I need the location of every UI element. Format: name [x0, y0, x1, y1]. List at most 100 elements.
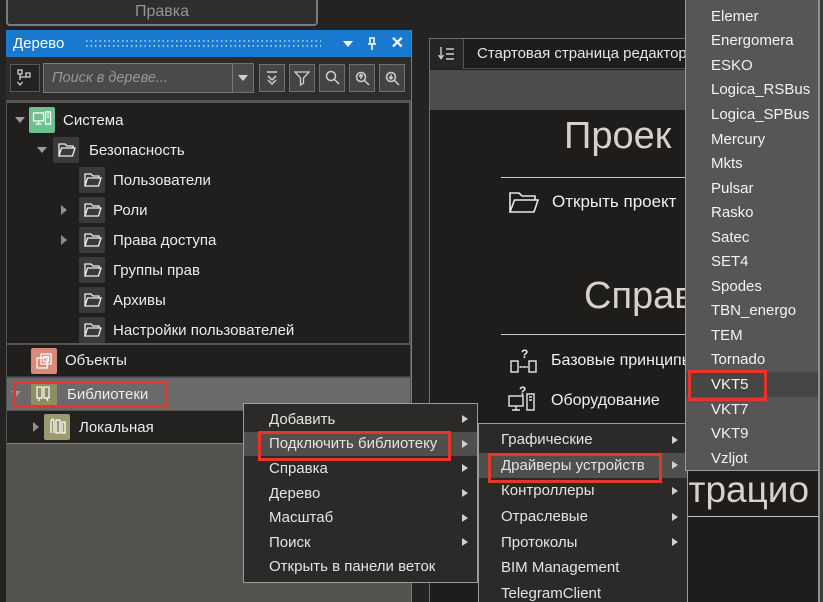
expander-icon[interactable] [61, 205, 67, 215]
driver-item[interactable]: Logica_SPBus [686, 102, 823, 127]
tree-item-user-settings[interactable]: Настройки пользователей [7, 315, 409, 345]
submenu-arrow-icon [462, 538, 468, 546]
pin-button[interactable] [365, 36, 379, 51]
menu-item-label: Протоколы [501, 534, 672, 551]
submenu-item[interactable]: Отраслевые [479, 504, 687, 530]
driver-item[interactable]: ESKO [686, 53, 823, 78]
driver-item[interactable]: Tornado [686, 348, 823, 373]
context-menu-item[interactable]: Масштаб [244, 505, 477, 530]
driver-item[interactable]: Spodes [686, 274, 823, 299]
search-input[interactable]: Поиск в дереве... [43, 63, 233, 93]
tree-item-label: Права доступа [113, 232, 216, 249]
driver-item[interactable]: Mkts [686, 151, 823, 176]
folder-icon [79, 197, 105, 223]
edit-menu-button[interactable]: Правка [6, 0, 318, 26]
expander-icon[interactable] [61, 235, 67, 245]
system-icon [29, 107, 55, 133]
basics-link[interactable]: ? Базовые принципы [509, 347, 693, 375]
tab-list-button[interactable] [430, 39, 464, 69]
driver-item[interactable]: Mercury [686, 127, 823, 152]
drag-handle[interactable] [86, 40, 320, 47]
folder-icon [53, 137, 79, 163]
menu-item-label: TelegramClient [501, 585, 672, 602]
driver-item[interactable]: Vzljot [686, 446, 823, 471]
menu-item-label: Tornado [711, 351, 823, 368]
driver-item[interactable]: Satec [686, 225, 823, 250]
folder-icon [79, 227, 105, 253]
menu-item-label: Контроллеры [501, 482, 672, 499]
submenu-item[interactable]: Контроллеры [479, 478, 687, 504]
context-menu-item[interactable]: Дерево [244, 481, 477, 506]
context-menu-item[interactable]: Подключить библиотеку [244, 432, 477, 457]
tree-item-system[interactable]: Система [7, 105, 409, 135]
tree-item-label: Роли [113, 202, 148, 219]
equipment-label: Оборудование [551, 392, 660, 410]
driver-item[interactable]: SET4 [686, 249, 823, 274]
driver-item[interactable]: VKT9 [686, 421, 823, 446]
context-menu-item[interactable]: Добавить [244, 407, 477, 432]
expander-icon[interactable] [37, 147, 47, 153]
context-menu-item[interactable]: Поиск [244, 530, 477, 555]
menu-item-label: Logica_RSBus [711, 81, 823, 98]
driver-item[interactable]: Elemer [686, 4, 823, 29]
tree-item-label: Архивы [113, 292, 166, 309]
tree-item-security[interactable]: Безопасность [7, 135, 409, 165]
library-icon [31, 381, 57, 407]
tab-start-page[interactable]: Стартовая страница редактора [477, 39, 695, 69]
driver-item[interactable]: TBN_energo [686, 299, 823, 324]
driver-item[interactable]: Energomera [686, 29, 823, 54]
driver-item[interactable]: Rasko [686, 200, 823, 225]
menu-item-label: Spodes [711, 278, 823, 295]
tree-mode-button[interactable] [10, 64, 40, 92]
expander-icon[interactable] [33, 422, 39, 432]
submenu-item[interactable]: Графические [479, 427, 687, 453]
close-icon[interactable]: ✕ [391, 36, 404, 52]
collapse-all-button[interactable] [259, 64, 285, 92]
menu-item-label: Добавить [269, 411, 462, 428]
tree-panel-titlebar[interactable]: Дерево ✕ [6, 30, 411, 57]
search-down-button[interactable] [379, 64, 405, 92]
tree-item-objects[interactable]: Объекты [7, 345, 410, 376]
submenu-item[interactable]: Драйверы устройств [479, 453, 687, 479]
objects-icon [31, 348, 57, 374]
context-menu-item[interactable]: Открыть в панели веток [244, 555, 477, 580]
basics-label: Базовые принципы [551, 352, 693, 370]
driver-item[interactable]: Pulsar [686, 176, 823, 201]
menu-item-label: Подключить библиотеку [269, 435, 462, 452]
menu-item-label: Rasko [711, 204, 823, 221]
driver-item[interactable]: VKT7 [686, 397, 823, 422]
tree-view: Система Безопасность Пользователи [7, 102, 410, 344]
driver-item[interactable]: VKT5 [686, 372, 823, 397]
menu-item-label: Mkts [711, 155, 823, 172]
driver-item[interactable]: TEM [686, 323, 823, 348]
tree-item-archives[interactable]: Архивы [7, 285, 409, 315]
filter-button[interactable] [289, 64, 315, 92]
panel-menu-button[interactable] [343, 41, 353, 47]
submenu-arrow-icon [462, 489, 468, 497]
submenu-item[interactable]: Протоколы [479, 529, 687, 555]
folder-icon [79, 287, 105, 313]
submenu-item[interactable]: BIM Management [479, 555, 687, 581]
search-up-button[interactable] [349, 64, 375, 92]
search-button[interactable] [319, 64, 345, 92]
search-dropdown-button[interactable] [233, 63, 254, 93]
svg-text:?: ? [521, 347, 528, 361]
driver-item[interactable]: Logica_RSBus [686, 78, 823, 103]
expander-icon[interactable] [15, 117, 25, 123]
submenu-item[interactable]: TelegramClient [479, 581, 687, 602]
menu-item-label: Поиск [269, 534, 462, 551]
context-menu-item[interactable]: Справка [244, 456, 477, 481]
menu-item-label: TBN_energo [711, 302, 823, 319]
menu-item-label: VKT9 [711, 425, 823, 442]
folder-icon [79, 257, 105, 283]
tree-item-rights-groups[interactable]: Группы прав [7, 255, 409, 285]
tree-item-roles[interactable]: Роли [7, 195, 409, 225]
tree-item-users[interactable]: Пользователи [7, 165, 409, 195]
expander-icon[interactable] [11, 391, 21, 397]
menu-item-label: ESKO [711, 57, 823, 74]
tree-item-label: Локальная [79, 419, 154, 436]
tree-item-objects-row: Объекты [7, 345, 410, 377]
menu-item-label: Vzljot [711, 450, 823, 467]
tree-item-access-rights[interactable]: Права доступа [7, 225, 409, 255]
menu-item-label: VKT5 [711, 376, 823, 393]
